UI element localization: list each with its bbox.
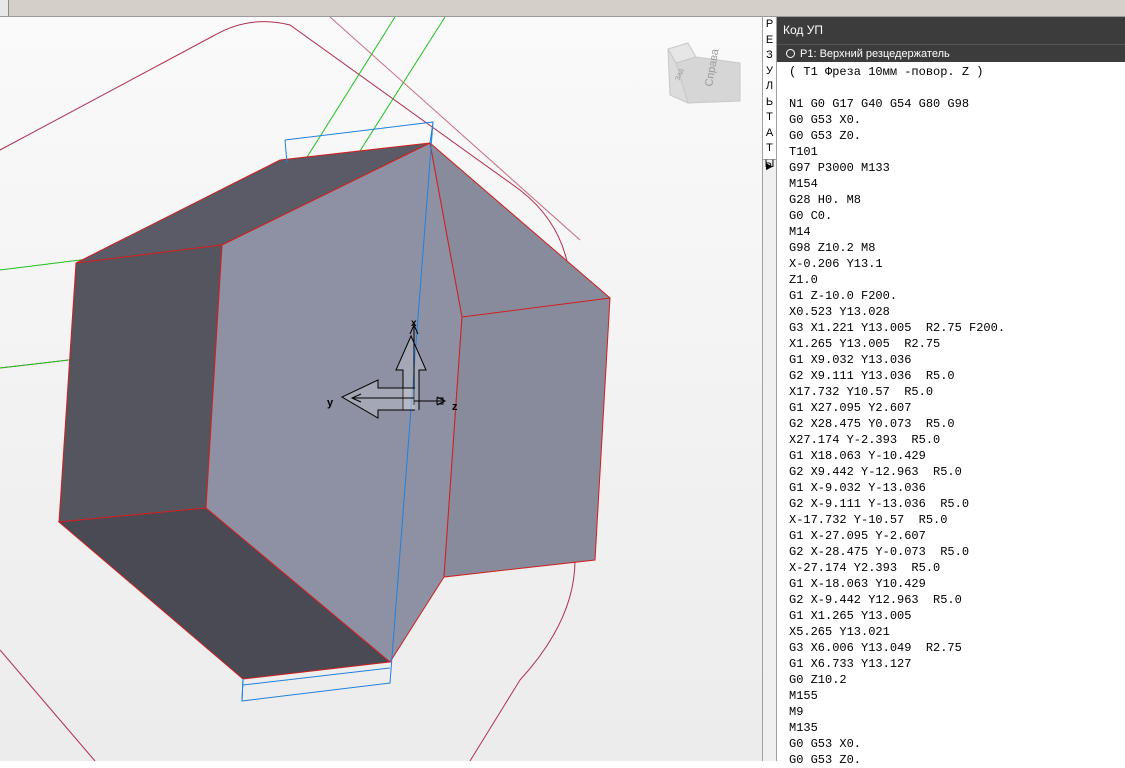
radio-icon[interactable] (786, 49, 795, 58)
view-cube[interactable]: Справа Зад (666, 39, 742, 105)
results-letter: А (765, 126, 774, 139)
code-line[interactable]: G28 H0. M8 (789, 192, 1125, 208)
code-line[interactable]: G1 X6.733 Y13.127 (789, 656, 1125, 672)
3d-viewport[interactable]: x y z Справа Зад (0, 17, 762, 761)
axis-x-label: x (411, 318, 417, 329)
code-line[interactable]: X-0.206 Y13.1 (789, 256, 1125, 272)
results-side-tab[interactable]: Р Е З У Л Ь Т А Т Ы ▶ (762, 17, 777, 761)
code-line[interactable]: X1.265 Y13.005 R2.75 (789, 336, 1125, 352)
code-line[interactable]: G0 G53 X0. (789, 736, 1125, 752)
axis-y-label: y (327, 397, 334, 409)
code-line[interactable]: M135 (789, 720, 1125, 736)
channel-selector[interactable]: P1: Верхний резцедержатель (777, 44, 1125, 62)
code-line[interactable]: M155 (789, 688, 1125, 704)
code-line[interactable] (789, 80, 1125, 96)
code-line[interactable]: G1 X9.032 Y13.036 (789, 352, 1125, 368)
results-letter: Е (765, 33, 774, 46)
code-line[interactable]: M9 (789, 704, 1125, 720)
code-line[interactable]: X-17.732 Y-10.57 R5.0 (789, 512, 1125, 528)
code-line[interactable]: X0.523 Y13.028 (789, 304, 1125, 320)
code-line[interactable]: X17.732 Y10.57 R5.0 (789, 384, 1125, 400)
results-letter: Т (766, 111, 773, 123)
code-line[interactable]: G1 X-27.095 Y-2.607 (789, 528, 1125, 544)
nc-code-panel: Код УП P1: Верхний резцедержатель ( T1 Ф… (777, 17, 1125, 767)
code-line[interactable]: M154 (789, 176, 1125, 192)
code-line[interactable]: G2 X-9.111 Y-13.036 R5.0 (789, 496, 1125, 512)
code-line[interactable]: T101 (789, 144, 1125, 160)
code-line[interactable]: G1 X1.265 Y13.005 (789, 608, 1125, 624)
results-letter: З (766, 49, 773, 61)
code-line[interactable]: G0 G53 Z0. (789, 128, 1125, 144)
code-line[interactable]: G0 G53 X0. (789, 112, 1125, 128)
code-line[interactable]: G1 Z-10.0 F200. (789, 288, 1125, 304)
code-line[interactable]: G1 X-18.063 Y10.429 (789, 576, 1125, 592)
toolbar-tab[interactable] (0, 0, 9, 16)
axis-z-label: z (452, 401, 458, 413)
code-line[interactable]: Z1.0 (789, 272, 1125, 288)
code-line[interactable]: G1 X18.063 Y-10.429 (789, 448, 1125, 464)
code-line[interactable]: G2 X9.442 Y-12.963 R5.0 (789, 464, 1125, 480)
results-letter: Ь (765, 95, 774, 108)
code-line[interactable]: G2 X9.111 Y13.036 R5.0 (789, 368, 1125, 384)
code-line[interactable]: X27.174 Y-2.393 R5.0 (789, 432, 1125, 448)
code-line[interactable]: G98 Z10.2 M8 (789, 240, 1125, 256)
code-line[interactable]: G0 G53 Z0. (789, 752, 1125, 768)
code-line[interactable]: G0 Z10.2 (789, 672, 1125, 688)
code-line[interactable]: G1 X27.095 Y2.607 (789, 400, 1125, 416)
results-letter: Л (765, 80, 774, 92)
panel-title: Код УП (777, 17, 1125, 44)
results-letter: Р (765, 18, 774, 30)
code-line[interactable]: ( T1 Фреза 10мм -повор. Z ) (789, 64, 1125, 80)
channel-label: P1: Верхний резцедержатель (800, 47, 950, 60)
code-line[interactable]: G1 X-9.032 Y-13.036 (789, 480, 1125, 496)
nc-code-text[interactable]: ( T1 Фреза 10мм -повор. Z ) N1 G0 G17 G40… (789, 64, 1125, 768)
results-letter: Т (766, 142, 773, 154)
results-letter: У (766, 64, 773, 77)
top-toolbar (0, 0, 1125, 17)
code-line[interactable]: M14 (789, 224, 1125, 240)
code-line[interactable]: G2 X-28.475 Y-0.073 R5.0 (789, 544, 1125, 560)
code-line[interactable]: G3 X6.006 Y13.049 R2.75 (789, 640, 1125, 656)
code-line[interactable]: G3 X1.221 Y13.005 R2.75 F200. (789, 320, 1125, 336)
code-line[interactable]: G2 X-9.442 Y12.963 R5.0 (789, 592, 1125, 608)
code-line[interactable]: G2 X28.475 Y0.073 R5.0 (789, 416, 1125, 432)
hex-face-left (58, 244, 223, 523)
results-tab-label[interactable]: Р Е З У Л Ь Т А Т Ы (763, 17, 776, 170)
code-line[interactable]: X-27.174 Y2.393 R5.0 (789, 560, 1125, 576)
code-line[interactable]: G97 P3000 M133 (789, 160, 1125, 176)
3d-scene[interactable]: x y z (0, 17, 762, 761)
code-line[interactable]: G0 C0. (789, 208, 1125, 224)
code-line[interactable]: X5.265 Y13.021 (789, 624, 1125, 640)
expand-arrow-icon[interactable]: ▶ (763, 159, 776, 173)
code-line[interactable]: N1 G0 G17 G40 G54 G80 G98 (789, 96, 1125, 112)
